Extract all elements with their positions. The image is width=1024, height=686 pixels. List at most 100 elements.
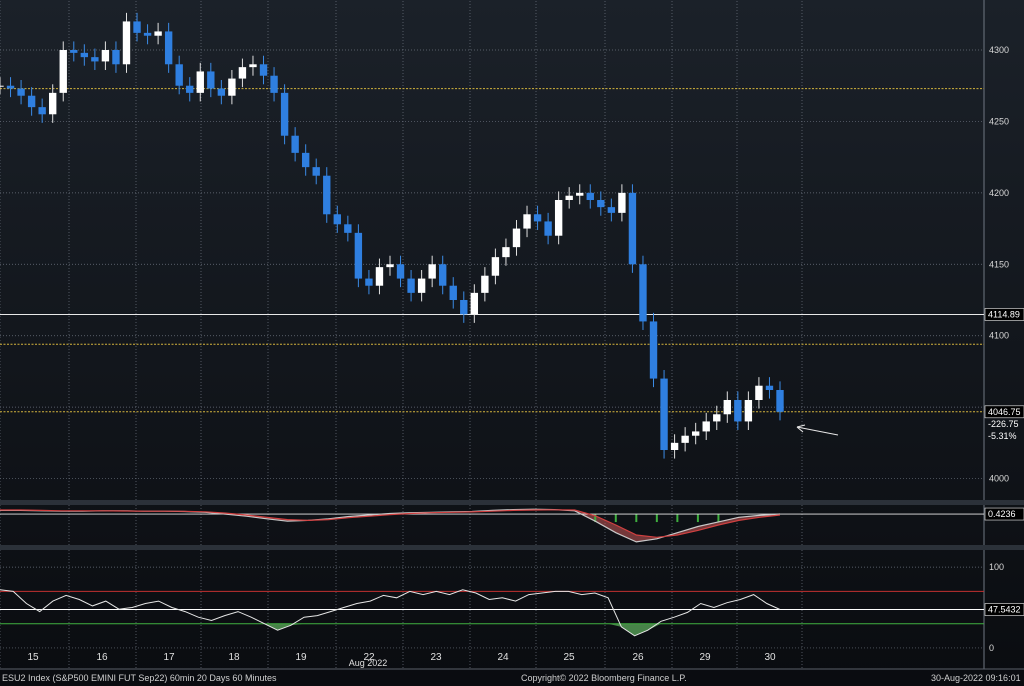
pane-separator — [0, 545, 1024, 550]
x-tick-label: 18 — [228, 652, 240, 663]
candle-body — [713, 414, 721, 422]
candle-body — [565, 195, 573, 200]
candle-body — [649, 321, 658, 379]
y-tick-label: 4200 — [989, 188, 1009, 198]
y-tick-label: 100 — [989, 562, 1004, 572]
chart-canvas: 4000 4100 4150 4200 4250 4300 4114.89 4046.75 -2… — [0, 0, 1024, 686]
candle-body — [533, 214, 542, 222]
candle-body — [639, 264, 647, 322]
y-tick-label: 4250 — [989, 116, 1009, 126]
pane-separator — [0, 500, 1024, 505]
candle-body — [112, 50, 120, 65]
candle-body — [586, 192, 594, 200]
candle-body — [512, 228, 521, 248]
y-tick-label: 0 — [989, 643, 994, 653]
x-tick-label: 29 — [699, 652, 711, 663]
x-tick-label: 17 — [163, 652, 175, 663]
candle-body — [755, 385, 763, 400]
candle-body — [291, 135, 299, 153]
candle-body — [365, 278, 373, 286]
y-tick-label: 4000 — [989, 474, 1009, 484]
x-tick-label: 30 — [764, 652, 776, 663]
candle-body — [17, 88, 25, 96]
level-value-label: 4114.89 — [988, 309, 1020, 319]
x-tick-label: 19 — [295, 652, 307, 663]
candle-body — [91, 57, 99, 62]
candle-body — [670, 442, 679, 450]
oscillator-value-label: 0.4236 — [988, 509, 1016, 519]
candle-body — [70, 50, 78, 53]
candle-body — [491, 257, 500, 276]
candle-body — [27, 95, 36, 108]
candle-body — [249, 64, 257, 68]
candle-body — [186, 85, 194, 93]
candle-body — [238, 67, 247, 79]
candle-body — [228, 78, 236, 96]
candle-body — [428, 264, 436, 279]
candle-body — [80, 52, 89, 58]
candle-body — [628, 192, 637, 265]
candle-body — [607, 207, 616, 213]
y-tick-label: 4150 — [989, 259, 1009, 269]
candle-body — [554, 200, 563, 236]
x-tick-label: 23 — [430, 652, 442, 663]
candle-body — [323, 175, 331, 215]
candle-body — [470, 292, 479, 315]
candle-body — [375, 267, 384, 286]
candle-body — [460, 300, 468, 315]
x-tick-label: 25 — [563, 652, 575, 663]
candle-body — [49, 92, 57, 115]
candle-body — [481, 275, 489, 293]
x-month-label: Aug 2022 — [349, 658, 388, 668]
candle-body — [439, 264, 447, 286]
candle-body — [744, 400, 753, 422]
candle-body — [38, 107, 46, 115]
candle-body — [576, 192, 584, 196]
last-price-label: 4046.75 — [988, 407, 1021, 417]
x-tick-label: 15 — [27, 652, 39, 663]
candle-body — [386, 264, 394, 268]
candle-body — [333, 214, 341, 225]
candle-body — [301, 152, 310, 168]
candle-body — [59, 50, 67, 93]
x-tick-label: 26 — [632, 652, 644, 663]
candle-body — [417, 278, 426, 293]
candle-body — [0, 85, 4, 87]
candle-body — [101, 50, 110, 62]
candle-body — [312, 167, 320, 176]
candle-body — [270, 75, 278, 93]
y-tick-label: 4300 — [989, 45, 1009, 55]
candle-body — [175, 64, 183, 86]
candle-body — [734, 400, 742, 422]
candle-body — [396, 264, 405, 279]
candle-body — [449, 285, 457, 300]
candle-body — [344, 224, 352, 233]
candle-body — [681, 435, 689, 443]
candle-body — [502, 247, 510, 258]
candle-body — [164, 31, 173, 65]
candle-body — [143, 32, 152, 36]
y-tick-label: 4100 — [989, 331, 1009, 341]
candle-body — [702, 421, 710, 432]
change-pct-label: -5.31% — [988, 431, 1017, 441]
candle-body — [280, 92, 289, 136]
candle-body — [544, 221, 552, 236]
candle-body — [407, 278, 415, 293]
footer-copyright: Copyright© 2022 Bloomberg Finance L.P. — [521, 673, 687, 683]
candle-body — [776, 390, 784, 412]
footer-security: ESU2 Index (S&P500 EMINI FUT Sep22) 60mi… — [2, 673, 277, 683]
x-tick-label: 16 — [96, 652, 108, 663]
chart-background — [0, 0, 1024, 686]
candle-body — [723, 400, 731, 415]
candle-body — [259, 64, 268, 76]
candle-body — [354, 232, 363, 279]
candle-body — [691, 431, 700, 436]
candle-body — [154, 31, 162, 36]
candle-body — [122, 21, 131, 65]
change-label: -226.75 — [988, 419, 1019, 429]
candle-body — [6, 85, 15, 89]
x-tick-label: 24 — [497, 652, 509, 663]
candle-body — [618, 192, 626, 213]
candle-body — [765, 385, 774, 390]
candle-body — [523, 214, 531, 229]
